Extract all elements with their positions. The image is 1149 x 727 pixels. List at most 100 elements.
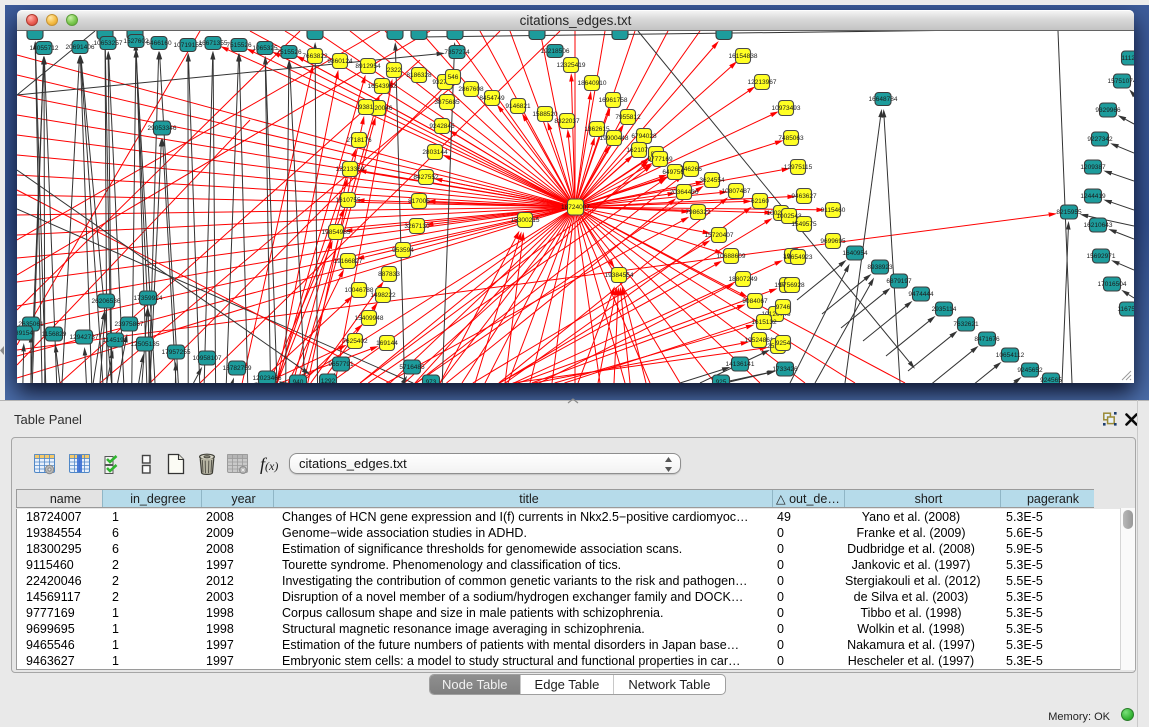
svg-text:1527602: 1527602 [123,38,149,45]
svg-text:7625402: 7625402 [342,338,368,345]
svg-text:1640954: 1640954 [842,250,868,257]
svg-text:9115460: 9115460 [821,207,846,214]
svg-text:7485063: 7485063 [778,135,804,142]
svg-text:16154838: 16154838 [729,53,758,60]
svg-text:8215955: 8215955 [1056,209,1082,216]
svg-text:9746: 9746 [776,304,791,311]
svg-text:973: 973 [426,379,437,383]
svg-text:1615132: 1615132 [751,319,777,326]
svg-text:14055712: 14055712 [30,45,59,52]
svg-text:10654112: 10654112 [996,352,1025,359]
svg-text:19166827: 19166827 [334,258,363,265]
svg-text:26206536: 26206536 [92,298,121,305]
svg-text:16961758: 16961758 [599,97,628,104]
svg-text:39154: 39154 [17,330,33,337]
svg-text:2803144: 2803144 [422,149,448,156]
svg-text:16671355: 16671355 [199,40,228,47]
svg-text:9474444: 9474444 [908,291,934,298]
svg-text:1292: 1292 [321,378,336,383]
svg-text:15720407: 15720407 [705,232,734,239]
svg-text:11125: 11125 [1121,55,1134,62]
svg-text:7515526: 7515526 [226,42,252,49]
svg-text:12325419: 12325419 [557,62,586,69]
svg-text:8427552: 8427552 [413,174,439,181]
svg-text:12023466: 12023466 [253,375,282,382]
svg-text:3624554: 3624554 [699,177,725,184]
svg-text:7515526: 7515526 [276,49,302,56]
svg-text:10688609: 10688609 [717,253,746,260]
svg-text:23975867: 23975867 [115,321,144,328]
svg-text:2935114: 2935114 [932,306,957,313]
svg-text:7986322: 7986322 [685,209,711,216]
svg-text:1588520: 1588520 [532,111,558,118]
svg-text:10807487: 10807487 [722,188,751,195]
svg-text:7955812: 7955812 [615,114,641,121]
svg-text:18807249: 18807249 [729,276,758,283]
svg-text:924565: 924565 [1040,377,1062,383]
svg-text:9381: 9381 [359,104,374,111]
svg-text:17359924: 17359924 [134,295,163,302]
svg-text:1498222: 1498222 [370,292,396,299]
svg-text:62160: 62160 [751,198,769,205]
svg-text:1549575: 1549575 [791,221,817,228]
svg-text:8186328: 8186328 [406,72,432,79]
svg-text:6879197: 6879197 [886,278,912,285]
svg-text:1065325: 1065325 [252,45,278,52]
svg-text:9463627: 9463627 [791,193,817,200]
svg-text:9227342: 9227342 [1087,136,1113,143]
svg-text:2322: 2322 [387,67,402,74]
svg-text:9146821: 9146821 [505,103,531,110]
svg-text:9699695: 9699695 [820,238,846,245]
svg-text:1244419: 1244419 [1080,193,1106,200]
svg-text:1610755: 1610755 [335,197,361,204]
svg-text:746266: 746266 [680,166,702,173]
svg-text:10653257: 10653257 [94,40,123,47]
svg-text:1209387: 1209387 [1080,164,1106,171]
svg-text:16543962: 16543962 [368,83,397,90]
svg-text:3875685: 3875685 [434,99,460,106]
svg-text:9860124: 9860124 [327,58,353,65]
svg-text:925: 925 [716,379,727,383]
svg-text:953594: 953594 [392,247,414,254]
svg-text:19854985: 19854985 [322,229,351,236]
svg-text:15300215: 15300215 [511,217,540,224]
svg-text:9254: 9254 [776,340,791,347]
svg-text:12505135: 12505135 [131,341,160,348]
svg-text:20691406: 20691406 [66,44,95,51]
svg-text:16210643: 16210643 [1084,222,1113,229]
svg-text:19384554: 19384554 [605,272,634,279]
svg-text:15409948: 15409948 [355,315,384,322]
svg-text:1362615: 1362615 [584,126,610,133]
svg-text:16648784: 16648784 [869,96,898,103]
svg-text:8471676: 8471676 [974,336,1000,343]
svg-text:9657791: 9657791 [328,361,354,368]
svg-text:9329966: 9329966 [1095,107,1121,114]
svg-text:7357274: 7357274 [444,49,470,56]
svg-text:14136141: 14136141 [726,361,755,368]
svg-text:2867608: 2867608 [458,86,484,93]
svg-text:9245652: 9245652 [1017,367,1043,374]
svg-text:10958107: 10958107 [193,355,222,362]
svg-text:19654923: 19654923 [784,254,813,261]
svg-text:10973493: 10973493 [772,105,801,112]
svg-text:8454749: 8454749 [479,95,505,102]
svg-text:6466160: 6466160 [146,40,172,47]
svg-text:12213369: 12213369 [336,166,365,173]
svg-text:12975115: 12975115 [784,164,813,171]
svg-text:16782759: 16782759 [223,365,252,372]
svg-text:8938923: 8938923 [867,264,893,271]
svg-text:6794028: 6794028 [631,133,657,140]
svg-text:9242845: 9242845 [429,123,455,130]
svg-text:8912954: 8912954 [355,63,381,70]
svg-text:17957255: 17957255 [162,349,191,356]
svg-text:546: 546 [448,74,459,81]
svg-text:12942737: 12942737 [70,334,99,341]
svg-text:15751074: 15751074 [1108,78,1134,85]
svg-text:1145193: 1145193 [103,337,128,344]
svg-text:169144: 169144 [376,340,398,347]
svg-text:7663822: 7663822 [302,53,328,60]
svg-text:29053346: 29053346 [148,125,177,132]
svg-text:887833: 887833 [378,271,400,278]
svg-text:15692971: 15692971 [1087,253,1116,260]
svg-text:1156829: 1156829 [42,331,67,338]
